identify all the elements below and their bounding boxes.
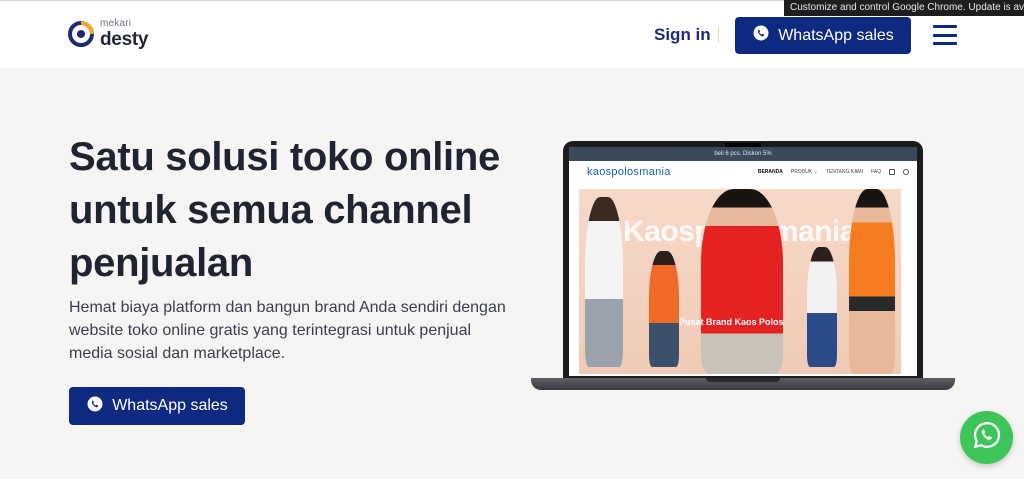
header-whatsapp-label: WhatsApp sales [778,26,894,44]
hero-whatsapp-label: WhatsApp sales [112,397,228,414]
preview-hero-banner: Kaospolosmania Pusat Brand Kaos Polos [579,189,901,374]
laptop-base [531,378,955,390]
header-divider [718,27,719,43]
whatsapp-icon [752,24,770,47]
model-figure [807,247,837,367]
hero-whatsapp-sales-button[interactable]: WhatsApp sales [69,387,245,425]
whatsapp-icon [86,395,104,418]
floating-whatsapp-button[interactable] [960,411,1013,464]
hero-title: Satu solusi toko online untuk semua chan… [69,135,500,285]
preview-nav-item: TENTANG KAMI [825,169,863,175]
preview-promo-bar: beli 6 pcs. Diskon 5% [569,147,917,161]
preview-logo: kaospolosmania [587,166,671,178]
header-whatsapp-sales-button[interactable]: WhatsApp sales [735,17,911,54]
sign-in-link[interactable]: Sign in [654,25,711,45]
preview-nav-item: PRODUK ⌄ [790,169,818,175]
model-figure [701,189,783,374]
model-figure [649,251,679,367]
desty-logo[interactable]: mekari desty [68,19,148,49]
logo-brand-small: mekari [100,18,132,29]
preview-nav-item: BERANDA [757,169,783,175]
logo-brand-name: desty [100,29,149,50]
hero-description: Hemat biaya platform dan bangun brand An… [69,299,506,362]
preview-nav: kaospolosmania BERANDA PRODUK ⌄ TENTANG … [569,161,917,183]
whatsapp-icon [972,420,1002,455]
preview-banner-subtitle: Pusat Brand Kaos Polos [679,317,784,327]
store-preview: beli 6 pcs. Diskon 5% kaospolosmania BER… [569,147,917,376]
user-icon [903,169,909,175]
desty-logo-icon [68,21,94,47]
hamburger-menu-icon[interactable] [933,25,957,45]
chrome-automation-banner: Customize and control Google Chrome. Upd… [784,0,1024,16]
cart-icon [889,169,895,175]
preview-nav-item: FAQ [870,169,881,175]
model-figure [849,189,895,374]
laptop-mockup: beli 6 pcs. Diskon 5% kaospolosmania BER… [531,141,955,401]
model-figure [585,197,623,367]
